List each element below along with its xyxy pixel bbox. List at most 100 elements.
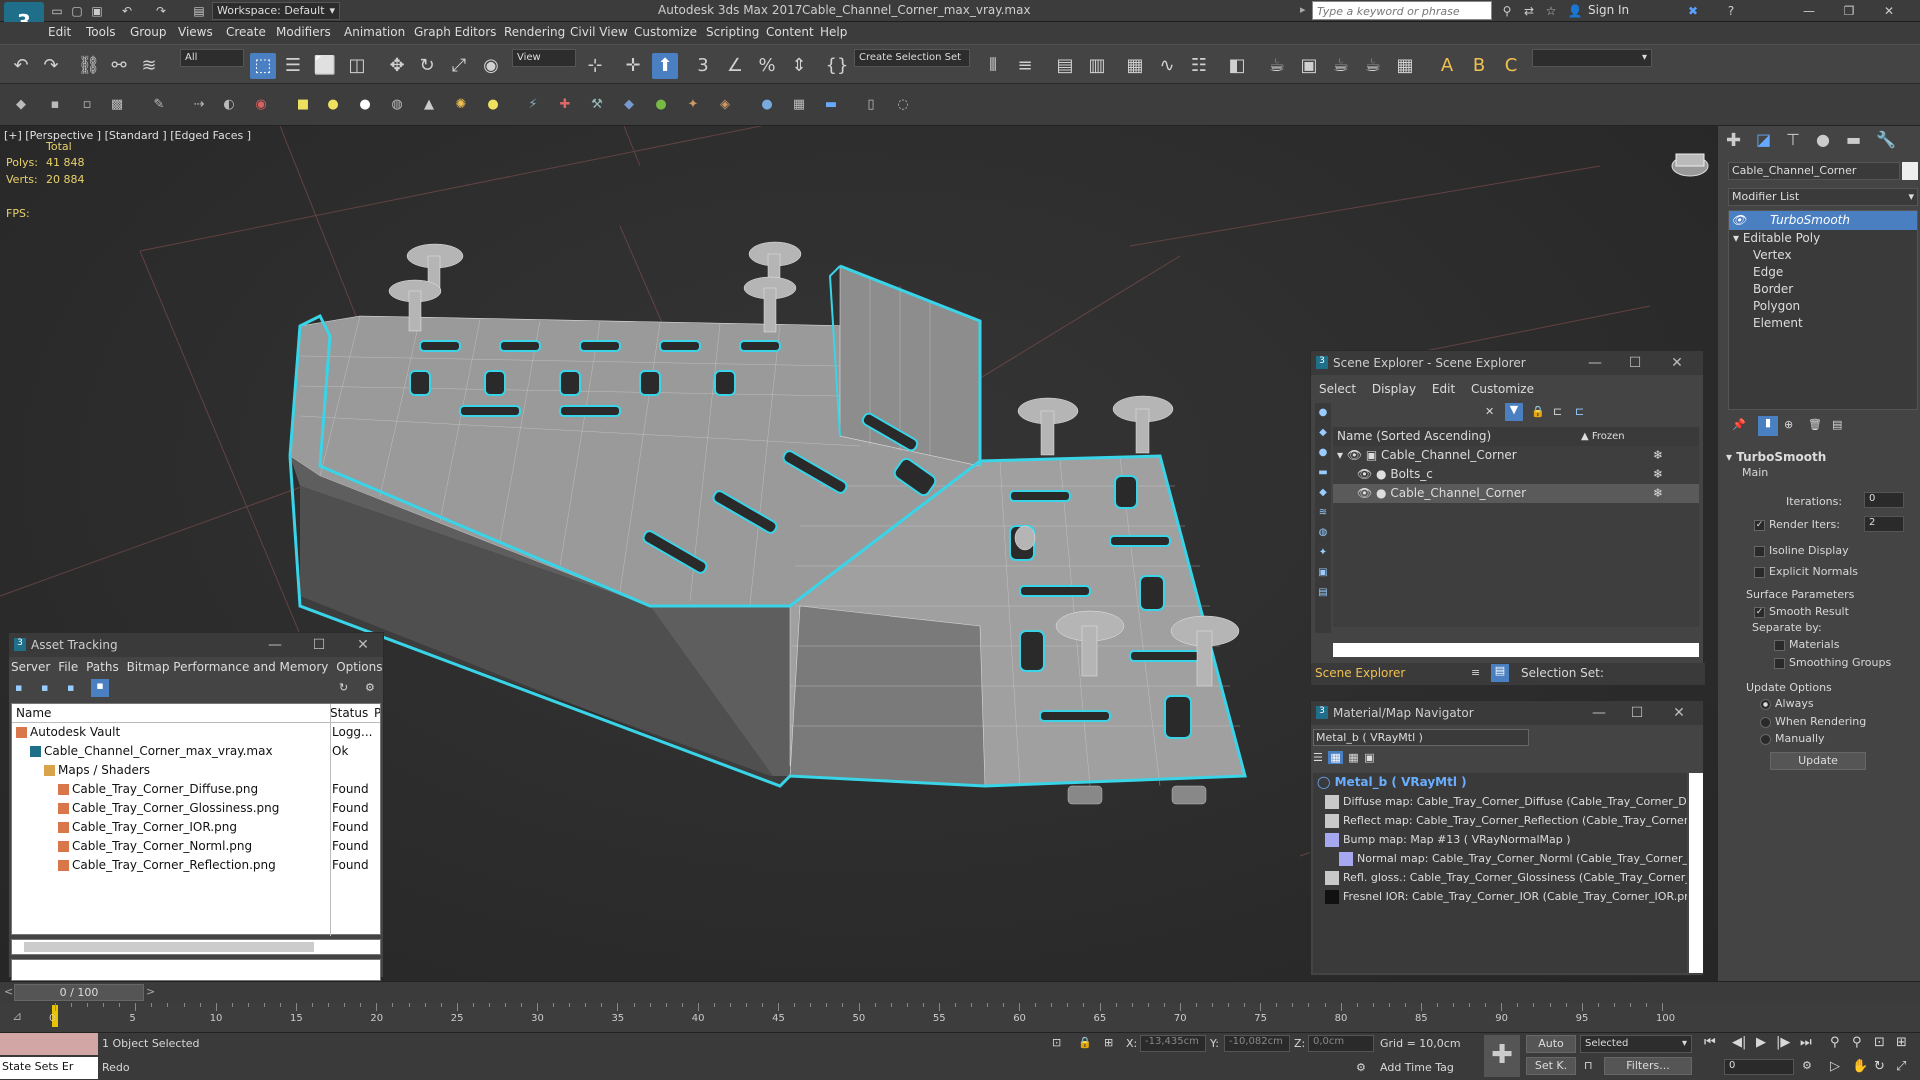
- modifier-list-dropdown[interactable]: Modifier List ▾: [1728, 188, 1918, 206]
- col-name-sorted[interactable]: Name (Sorted Ascending): [1333, 429, 1491, 443]
- smoothing-groups-checkbox[interactable]: [1774, 657, 1785, 669]
- absolute-mode-icon[interactable]: ⊞: [1104, 1036, 1113, 1049]
- menu-rendering[interactable]: Rendering: [504, 25, 565, 39]
- render-setup-icon[interactable]: ☕: [1264, 53, 1290, 79]
- view-icon-2[interactable]: ▪: [41, 681, 48, 694]
- go-to-end-icon[interactable]: ⏭: [1800, 1035, 1812, 1050]
- minimize-icon[interactable]: —: [1589, 701, 1609, 725]
- menu-civil-view[interactable]: Civil View: [570, 25, 628, 39]
- select-object-icon[interactable]: ⬚: [250, 53, 276, 79]
- modify-tab-icon[interactable]: ◪: [1756, 130, 1771, 149]
- tool-icon-17[interactable]: ▦: [788, 94, 810, 116]
- rotate-icon[interactable]: ↻: [414, 53, 440, 79]
- menu-animation[interactable]: Animation: [344, 25, 405, 39]
- asset-tracking-window[interactable]: Asset Tracking 3 — ☐ ✕ Server File Paths…: [8, 632, 384, 981]
- zoom-all-icon[interactable]: ⚲: [1852, 1035, 1862, 1050]
- light-icon[interactable]: ▲: [418, 94, 440, 116]
- render-iterative-icon[interactable]: ☕: [1360, 53, 1386, 79]
- iterations-spinner[interactable]: 0: [1864, 492, 1904, 508]
- scene-explorer-window[interactable]: Scene Explorer - Scene Explorer 3 — ☐ ✕ …: [1310, 350, 1705, 685]
- tool-icon-11[interactable]: ⚒: [586, 94, 608, 116]
- always-radio[interactable]: [1760, 698, 1771, 710]
- render-in-cloud-icon[interactable]: ▦: [1392, 53, 1418, 79]
- col-status[interactable]: Status: [330, 704, 368, 722]
- restore-icon[interactable]: ❐: [1840, 3, 1858, 19]
- menu-select[interactable]: Select: [1319, 382, 1356, 396]
- menu-paths[interactable]: Paths: [86, 660, 119, 674]
- stack-item-element[interactable]: Element: [1729, 315, 1917, 332]
- menu-create[interactable]: Create: [226, 25, 266, 39]
- place-icon[interactable]: ◉: [478, 53, 504, 79]
- large-icon-view-icon[interactable]: ▦: [1348, 751, 1358, 764]
- tool-icon-10[interactable]: ✚: [554, 94, 576, 116]
- maximize-icon[interactable]: ☐: [1627, 701, 1647, 725]
- menu-bitmap-performance[interactable]: Bitmap Performance and Memory: [127, 660, 329, 674]
- window-crossing-icon[interactable]: ◫: [344, 53, 370, 79]
- stack-item-vertex[interactable]: Vertex: [1729, 247, 1917, 264]
- render-icon[interactable]: ☕: [1328, 53, 1354, 79]
- tool-icon-15[interactable]: ◈: [714, 94, 736, 116]
- save-icon[interactable]: ▣: [88, 3, 106, 19]
- box-icon[interactable]: ■: [292, 94, 314, 116]
- pin-stack-icon[interactable]: 📌: [1732, 418, 1746, 431]
- material-map-item[interactable]: Normal map: Cable_Tray_Corner_Norml (Cab…: [1313, 849, 1687, 868]
- material-map-item[interactable]: Bump map: Map #13 ( VRayNormalMap ): [1313, 830, 1687, 849]
- maximize-icon[interactable]: ☐: [1625, 351, 1645, 375]
- material-v-scrollbar[interactable]: [1689, 773, 1703, 973]
- scrollbar-thumb[interactable]: [24, 942, 314, 952]
- refresh-icon[interactable]: ↻: [339, 681, 348, 694]
- x-coordinate-field[interactable]: -13,435cm: [1140, 1035, 1206, 1052]
- maximize-viewport-icon[interactable]: ⤢: [1896, 1059, 1906, 1074]
- col-name[interactable]: Name: [12, 706, 51, 720]
- scale-icon[interactable]: ⤢: [446, 53, 472, 79]
- edit-named-selection-icon[interactable]: {}: [824, 53, 850, 79]
- material-map-item[interactable]: Fresnel IOR: Cable_Tray_Corner_IOR (Cabl…: [1313, 887, 1687, 906]
- prev-frame-icon[interactable]: ◀|: [1732, 1035, 1746, 1050]
- workspace-dropdown[interactable]: Workspace: Default ▾: [212, 2, 340, 20]
- selection-set-icon[interactable]: ▤: [1491, 664, 1509, 682]
- percent-snap-icon[interactable]: %: [754, 53, 780, 79]
- expand-icon[interactable]: ▾ 👁 ▣: [1333, 448, 1381, 462]
- isoline-row[interactable]: Isoline Display: [1754, 544, 1849, 557]
- prev-frame-icon[interactable]: <: [4, 985, 13, 998]
- search-input[interactable]: Type a keyword or phrase: [1312, 1, 1492, 20]
- selection-filter-dropdown[interactable]: All: [180, 49, 244, 67]
- binoculars-icon[interactable]: ⚲: [1498, 3, 1516, 19]
- object-name-field[interactable]: Cable_Channel_Corner: [1728, 162, 1900, 180]
- isolate-icon[interactable]: ⊡: [1052, 1036, 1061, 1049]
- select-by-name-icon[interactable]: ☰: [280, 53, 306, 79]
- tool-icon-19[interactable]: ▯: [860, 94, 882, 116]
- material-name-field[interactable]: Metal_b ( VRayMtl ): [1313, 729, 1529, 746]
- track-bar[interactable]: ⊿ 0 5 10 15 20 25 30 35 40 45 50 55 60 65 70 75 80 85 90 95…: [0, 1003, 1920, 1032]
- close-icon[interactable]: ✕: [1667, 351, 1687, 375]
- orbit-icon[interactable]: ↻: [1874, 1059, 1885, 1074]
- stack-item-edge[interactable]: Edge: [1729, 264, 1917, 281]
- material-editor-icon[interactable]: ◧: [1224, 53, 1250, 79]
- menu-customize[interactable]: Customize: [634, 25, 697, 39]
- manually-row[interactable]: Manually: [1760, 732, 1825, 745]
- tool-icon-1[interactable]: ◆: [10, 94, 32, 116]
- render-iters-checkbox[interactable]: ✓: [1754, 519, 1765, 531]
- blank-dropdown[interactable]: ▾: [1532, 49, 1652, 67]
- create-tab-icon[interactable]: ✚: [1726, 130, 1741, 151]
- cable-tray-model[interactable]: [288, 241, 1247, 805]
- material-map-item[interactable]: Diffuse map: Cable_Tray_Corner_Diffuse (…: [1313, 792, 1687, 811]
- table-row[interactable]: Autodesk Vault Logg...: [12, 723, 380, 742]
- curve-editor-icon[interactable]: ∿: [1154, 53, 1180, 79]
- tool-icon-5[interactable]: ✎: [148, 94, 170, 116]
- minimize-icon[interactable]: —: [1585, 351, 1605, 375]
- expand-icon[interactable]: ▾: [1729, 231, 1743, 245]
- z-coordinate-field[interactable]: 0,0cm: [1308, 1035, 1374, 1052]
- tool-icon-2[interactable]: ▪: [44, 94, 66, 116]
- sign-in-link[interactable]: Sign In: [1588, 3, 1629, 17]
- view-icon-1[interactable]: ▪: [15, 681, 22, 694]
- text-b-icon[interactable]: B: [1466, 53, 1492, 79]
- small-icon-view-icon[interactable]: ▦: [1328, 751, 1343, 764]
- filter-icon[interactable]: ▼: [1505, 403, 1523, 421]
- go-to-start-icon[interactable]: ⏮: [1704, 1035, 1716, 1050]
- open-file-icon[interactable]: ▢: [68, 3, 86, 19]
- smoothing-groups-row[interactable]: Smoothing Groups: [1774, 656, 1891, 669]
- filters-button[interactable]: Filters...: [1604, 1057, 1692, 1075]
- torus-icon[interactable]: ◍: [386, 94, 408, 116]
- configure-sets-icon[interactable]: ▤: [1832, 418, 1842, 431]
